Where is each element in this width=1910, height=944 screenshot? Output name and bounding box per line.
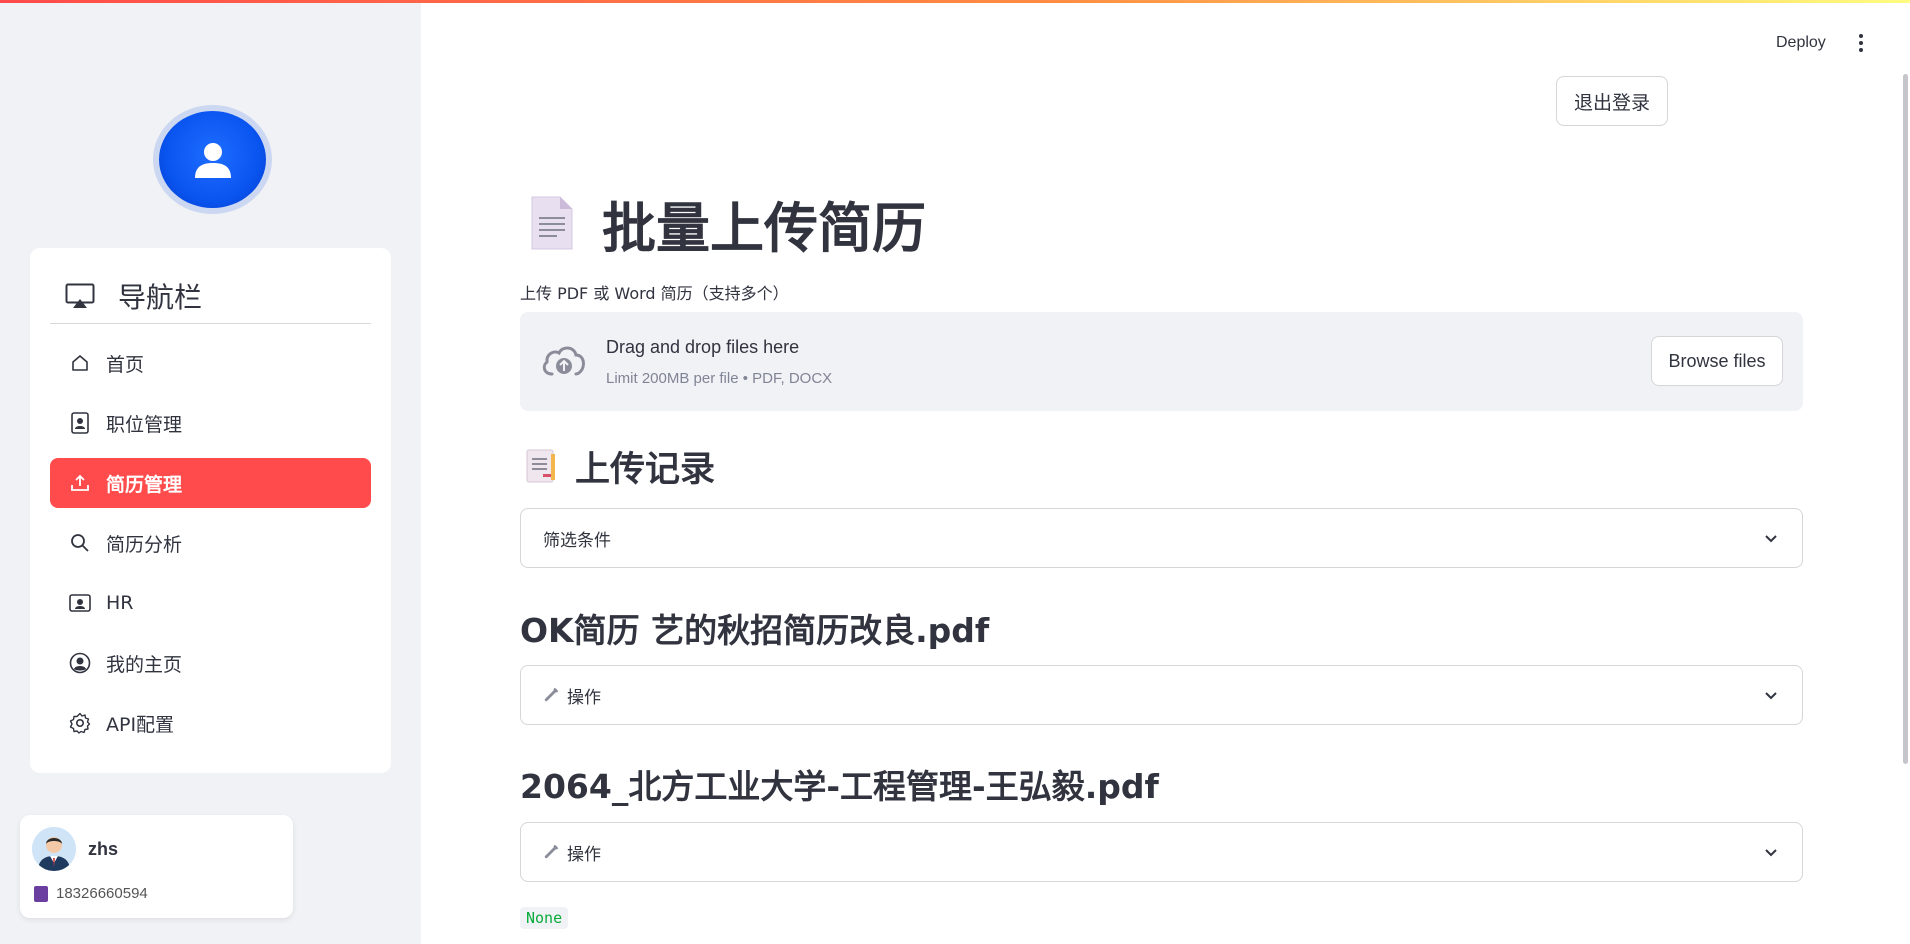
search-icon xyxy=(68,531,92,555)
file-name-heading: 2064_北方工业大学-工程管理-王弘毅.pdf xyxy=(520,767,1159,806)
uploader-label: 上传 PDF 或 Word 简历（支持多个） xyxy=(520,284,789,303)
browse-files-button[interactable]: Browse files xyxy=(1651,336,1783,386)
file-actions-text: 操作 xyxy=(567,687,601,708)
house-icon xyxy=(68,351,92,375)
person-badge-icon xyxy=(68,411,92,435)
scrollbar[interactable] xyxy=(1903,74,1908,764)
avatar xyxy=(32,827,76,871)
top-decoration-bar xyxy=(0,0,1910,3)
sidebar-item-label: API配置 xyxy=(106,713,175,736)
person-video-icon xyxy=(68,591,92,615)
file-actions-label: 操作 xyxy=(543,840,601,865)
output-none-code: None xyxy=(520,907,569,929)
main-menu-icon[interactable] xyxy=(1855,34,1867,56)
user-card: zhs 18326660594 xyxy=(20,815,293,918)
sidebar-item-label: 简历分析 xyxy=(106,533,183,556)
sidebar-item-label: 简历管理 xyxy=(106,473,183,496)
user-phone: 18326660594 xyxy=(34,885,148,902)
nav-header: 导航栏 xyxy=(50,268,371,324)
gear-icon xyxy=(68,711,92,735)
airplay-icon xyxy=(64,280,96,312)
sidebar-item-label: 首页 xyxy=(106,353,145,376)
file-actions-expander[interactable]: 操作 xyxy=(520,665,1803,725)
deploy-button[interactable]: Deploy xyxy=(1776,34,1826,52)
chevron-down-icon xyxy=(1762,529,1780,547)
file-actions-expander[interactable]: 操作 xyxy=(520,822,1803,882)
sidebar: 导航栏 首页 职位管理 简历管理 简历分析 HR 我的主页 API配置 zhs … xyxy=(0,0,421,944)
file-actions-label: 操作 xyxy=(543,683,601,708)
dropzone-limit: Limit 200MB per file • PDF, DOCX xyxy=(606,370,833,387)
chevron-down-icon xyxy=(1762,843,1780,861)
sidebar-item-profile[interactable]: 我的主页 xyxy=(50,638,371,688)
page-title: 批量上传简历 xyxy=(602,196,926,260)
sidebar-item-label: 职位管理 xyxy=(106,413,183,436)
user-name: zhs xyxy=(88,839,119,859)
user-phone-number: 18326660594 xyxy=(56,885,148,902)
sidebar-item-jobs[interactable]: 职位管理 xyxy=(50,398,371,448)
sidebar-item-resumes[interactable]: 简历管理 xyxy=(50,458,371,508)
nav-list: 首页 职位管理 简历管理 简历分析 HR 我的主页 API配置 xyxy=(50,338,371,758)
wrench-icon xyxy=(544,688,558,702)
cloud-upload-icon xyxy=(540,340,588,380)
app-logo xyxy=(159,111,266,208)
dropzone-instructions: Drag and drop files here xyxy=(606,337,800,357)
chevron-down-icon xyxy=(1762,686,1780,704)
upload-icon xyxy=(68,471,92,495)
ledger-icon xyxy=(525,448,557,484)
nav-card: 导航栏 首页 职位管理 简历管理 简历分析 HR 我的主页 API配置 xyxy=(30,248,391,773)
records-section-title: 上传记录 xyxy=(525,440,715,492)
document-icon xyxy=(530,195,574,251)
sidebar-item-hr[interactable]: HR xyxy=(50,578,371,628)
page-title-row: 批量上传简历 xyxy=(530,188,926,260)
sidebar-item-home[interactable]: 首页 xyxy=(50,338,371,388)
records-title: 上传记录 xyxy=(575,449,716,490)
wrench-icon xyxy=(544,845,558,859)
sidebar-item-label: HR xyxy=(106,592,134,614)
person-circle-icon xyxy=(68,651,92,675)
logout-button[interactable]: 退出登录 xyxy=(1556,76,1668,126)
file-actions-text: 操作 xyxy=(567,844,601,865)
file-dropzone[interactable]: Drag and drop files here Limit 200MB per… xyxy=(520,312,1803,411)
sidebar-item-label: 我的主页 xyxy=(106,653,183,676)
file-name-heading: OK简历 艺的秋招简历改良.pdf xyxy=(520,611,990,650)
nav-title: 导航栏 xyxy=(118,280,203,314)
filter-expander-label: 筛选条件 xyxy=(543,530,611,551)
sidebar-item-api[interactable]: API配置 xyxy=(50,698,371,748)
filter-expander[interactable]: 筛选条件 xyxy=(520,508,1803,568)
user-icon xyxy=(194,142,231,178)
sidebar-item-analysis[interactable]: 简历分析 xyxy=(50,518,371,568)
phone-icon xyxy=(34,885,48,902)
